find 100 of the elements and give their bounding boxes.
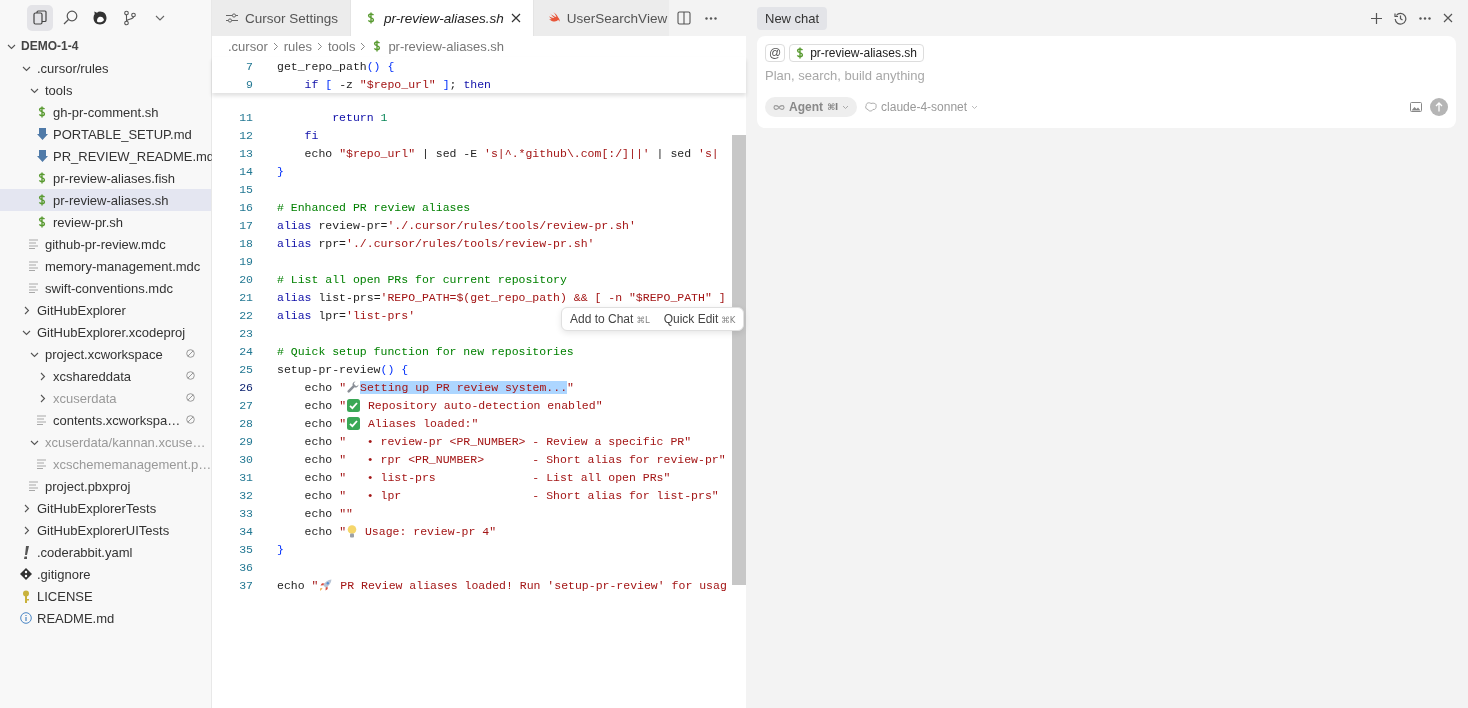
line-number: 16 (238, 200, 253, 214)
editor-tab[interactable]: Cursor Settings (212, 0, 352, 36)
diamond-icon (20, 568, 32, 580)
code-line: echo "" (303, 506, 353, 520)
file-item[interactable]: review-pr.sh (0, 211, 211, 233)
line-number: 37 (238, 578, 253, 592)
more-icon[interactable] (1419, 16, 1431, 20)
lines-icon (28, 481, 40, 491)
chevron-down-icon (971, 104, 979, 110)
code-line: # Enhanced PR review aliases (277, 200, 471, 214)
folder-item[interactable]: GitHubExplorer.xcodeproj (0, 321, 211, 343)
close-icon[interactable] (510, 13, 521, 23)
chevron-right-icon (272, 41, 279, 51)
folder-item[interactable]: GitHubExplorer (0, 299, 211, 321)
split-editor-icon[interactable] (677, 11, 692, 25)
code-line: } (277, 164, 284, 178)
file-item[interactable]: pr-review-aliases.fish (0, 167, 211, 189)
code-line: alias lpr='list-prs' (277, 308, 416, 322)
line-number: 25 (238, 362, 253, 376)
ignored-icon (186, 393, 195, 402)
lines-icon (36, 459, 48, 469)
folder-item[interactable]: GitHubExplorerTests (0, 497, 211, 519)
file-item[interactable]: .coderabbit.yaml (0, 541, 211, 563)
breadcrumb-item[interactable]: rules (283, 38, 312, 54)
ignored-icon (186, 415, 195, 424)
rocket-icon (319, 578, 333, 592)
menu-action[interactable]: Quick Edit ⌘K (663, 312, 736, 326)
folder-header[interactable]: DEMO-1-4 (0, 35, 211, 57)
code-line: get_repo_path() { (277, 59, 395, 73)
breadcrumb-item[interactable]: tools (327, 38, 356, 54)
plus-icon[interactable] (1371, 12, 1382, 24)
file-item[interactable]: LICENSE (0, 585, 211, 607)
chevron-right-icon (316, 41, 323, 51)
folder-item[interactable]: project.xcworkspace (0, 343, 211, 365)
light-bulb-icon (347, 524, 358, 538)
breadcrumb-item[interactable]: pr-review-aliases.sh (388, 38, 504, 54)
line-number: 18 (238, 236, 253, 250)
line-number: 23 (238, 326, 253, 340)
dollar-icon (36, 216, 48, 228)
chat-input[interactable]: Plan, search, build anything (765, 68, 1448, 83)
line-number: 20 (238, 272, 253, 286)
folder-item[interactable]: GitHubExplorerUITests (0, 519, 211, 541)
code-line: echo " • rpr <PR_NUMBER> - Short alias for review-pr" (303, 452, 726, 466)
line-number: 29 (238, 434, 253, 448)
mention-button[interactable]: @ (765, 44, 786, 62)
file-item[interactable]: github-pr-review.mdc (0, 233, 211, 255)
file-item[interactable]: memory-management.mdc (0, 255, 211, 277)
file-item[interactable]: swift-conventions.mdc (0, 277, 211, 299)
editor-tab[interactable]: pr-review-aliases.sh (351, 0, 534, 36)
line-number: 35 (238, 542, 253, 556)
file-item[interactable]: .gitignore (0, 563, 211, 585)
close-icon[interactable] (1443, 13, 1453, 23)
code-line: echo " • review-pr <PR_NUMBER> - Review a specific PR" (303, 434, 692, 448)
lines-icon (36, 415, 48, 425)
dollar-icon (36, 194, 48, 206)
line-number: 28 (238, 416, 253, 430)
line-number: 32 (238, 488, 253, 502)
image-icon[interactable] (1410, 102, 1422, 112)
code-line: alias list-prs='REPO_PATH=$(get_repo_path) && [ -n "$REPO_PATH" ] (277, 290, 726, 304)
chevron-down-icon (842, 104, 850, 110)
folder-item[interactable]: tools (0, 79, 211, 101)
dollar-icon (36, 106, 48, 118)
code-line: echo " • list-prs - List all open PRs" (303, 470, 671, 484)
code-line: return 1 (331, 110, 388, 124)
file-item[interactable]: PR_REVIEW_README.md (0, 145, 211, 167)
file-item[interactable]: pr-review-aliases.sh (0, 189, 211, 211)
checkmark-icon (347, 398, 361, 412)
history-icon[interactable] (1394, 11, 1407, 25)
more-icon[interactable] (705, 16, 718, 20)
file-item[interactable]: contents.xcworkspa… (0, 409, 211, 431)
line-number: 9 (245, 77, 253, 91)
code-line: } (277, 542, 284, 556)
line-number: 33 (238, 506, 253, 520)
code-line: fi (303, 128, 319, 142)
chevron-right-icon (360, 41, 367, 51)
code-line: echo " Repository auto-detection enabled" (303, 398, 603, 412)
folder-item[interactable]: xcshareddata (0, 365, 211, 387)
context-chip[interactable]: pr-review-aliases.sh (789, 44, 924, 62)
down-arrow-icon (36, 150, 48, 162)
bird-icon (547, 12, 560, 24)
code-line: alias review-pr='./.cursor/rules/tools/review-pr.sh' (277, 218, 636, 232)
chat-tab[interactable]: New chat (757, 6, 828, 30)
wrench-icon (347, 381, 360, 393)
line-number: 31 (238, 470, 253, 484)
breadcrumb-item[interactable]: .cursor (228, 38, 268, 54)
code-line: if [ -z "$repo_url" ]; then (303, 77, 491, 91)
file-item[interactable]: project.pbxproj (0, 475, 211, 497)
menu-action[interactable]: Add to Chat ⌘L (570, 312, 650, 326)
folder-item[interactable]: .cursor/rules (0, 57, 211, 79)
sliders-icon (226, 13, 238, 23)
editor-tab[interactable]: UserSearchView (533, 0, 670, 36)
file-item[interactable]: gh-pr-comment.sh (0, 101, 211, 123)
down-arrow-icon (36, 128, 48, 140)
code-line: # Quick setup function for new repositories (277, 344, 574, 358)
lines-icon (28, 261, 40, 271)
file-item[interactable]: README.md (0, 607, 211, 629)
line-number: 11 (238, 110, 253, 124)
ignored-icon (186, 349, 195, 358)
files-icon (33, 9, 47, 26)
file-item[interactable]: PORTABLE_SETUP.md (0, 123, 211, 145)
